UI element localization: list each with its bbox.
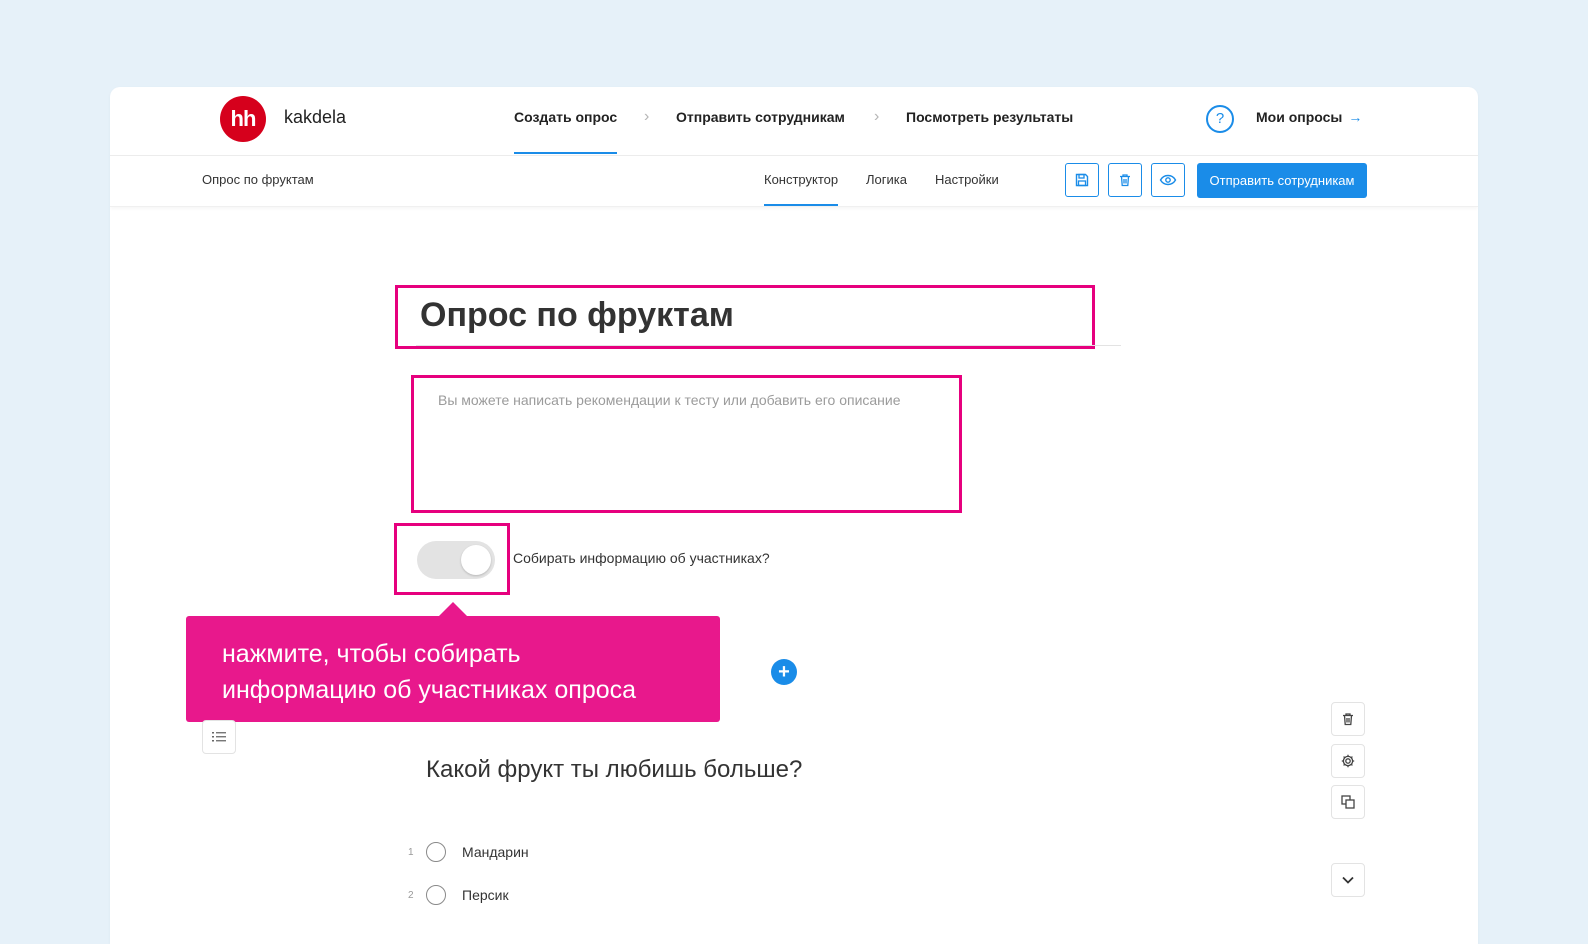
save-icon [1075,173,1089,187]
delete-question-button[interactable] [1331,702,1365,736]
duplicate-question-button[interactable] [1331,785,1365,819]
collect-info-toggle[interactable] [417,541,495,579]
delete-survey-button[interactable] [1108,163,1142,197]
collapse-question-button[interactable] [1331,863,1365,897]
hint-line-2: информацию об участниках опроса [222,676,637,704]
my-surveys-label: Мои опросы [1256,109,1343,125]
save-button[interactable] [1065,163,1099,197]
hint-line-1: нажмите, чтобы собирать [222,640,521,668]
title-underline [416,345,1121,346]
trash-icon [1343,713,1353,726]
option-number: 2 [408,890,414,901]
survey-title-highlight[interactable]: Опрос по фруктам [395,285,1095,349]
option-label[interactable]: Персик [462,887,509,903]
sub-navigation: Опрос по фруктам Конструктор Логика Наст… [110,156,1478,207]
top-navigation: hh kakdela Создать опрос › Отправить сот… [110,87,1478,156]
trash-icon [1120,174,1130,187]
question-text[interactable]: Какой фрукт ты любишь больше? [426,756,802,784]
brand-name: kakdela [284,107,347,127]
survey-title-input[interactable]: Опрос по фруктам [420,296,734,335]
tab-settings[interactable]: Настройки [935,172,999,187]
collect-info-toggle-highlight [394,523,510,595]
help-icon[interactable]: ? [1206,105,1234,133]
preview-button[interactable] [1151,163,1185,197]
list-icon [212,732,226,742]
step-view-results[interactable]: Посмотреть результаты [906,109,1073,125]
question-list-button[interactable] [202,720,236,754]
arrow-right-icon: → [1348,109,1363,125]
option-radio[interactable] [426,885,446,905]
step-create-survey[interactable]: Создать опрос [514,109,618,154]
hint-callout: нажмите, чтобы собирать информацию об уч… [186,602,720,722]
option-label[interactable]: Мандарин [462,844,529,860]
gear-icon [1341,754,1355,768]
collect-info-label: Собирать информацию об участниках? [513,550,770,566]
send-to-employees-button[interactable]: Отправить сотрудникам [1197,163,1367,198]
hh-logo[interactable]: hh [220,96,266,142]
description-field[interactable]: Вы можете написать рекомендации к тесту … [411,375,962,513]
chevron-down-icon [1342,876,1354,884]
toggle-knob [461,545,491,575]
add-question-icon[interactable]: + [771,659,797,685]
step-send-employees[interactable]: Отправить сотрудникам [676,109,845,125]
step-chevron-icon: › [874,108,880,125]
duplicate-icon [1341,795,1355,809]
tab-constructor[interactable]: Конструктор [764,172,839,206]
my-surveys-link[interactable]: Мои опросы → [1256,109,1362,125]
survey-name: Опрос по фруктам [202,172,314,187]
step-chevron-icon: › [644,108,650,125]
question-settings-button[interactable] [1331,744,1365,778]
tab-logic[interactable]: Логика [866,172,907,187]
eye-icon [1159,174,1177,186]
app-window: hh kakdela Создать опрос › Отправить сот… [110,87,1478,944]
description-placeholder: Вы можете написать рекомендации к тесту … [438,392,901,408]
option-number: 1 [408,847,414,858]
option-radio[interactable] [426,842,446,862]
